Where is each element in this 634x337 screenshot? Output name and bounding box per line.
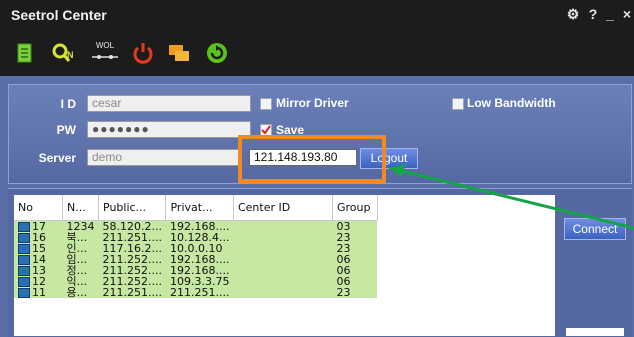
- annotation-overlay: [238, 135, 634, 230]
- annotation-arrow: [401, 169, 634, 230]
- highlight-box: [238, 135, 386, 183]
- arrow-head-icon: [388, 164, 406, 177]
